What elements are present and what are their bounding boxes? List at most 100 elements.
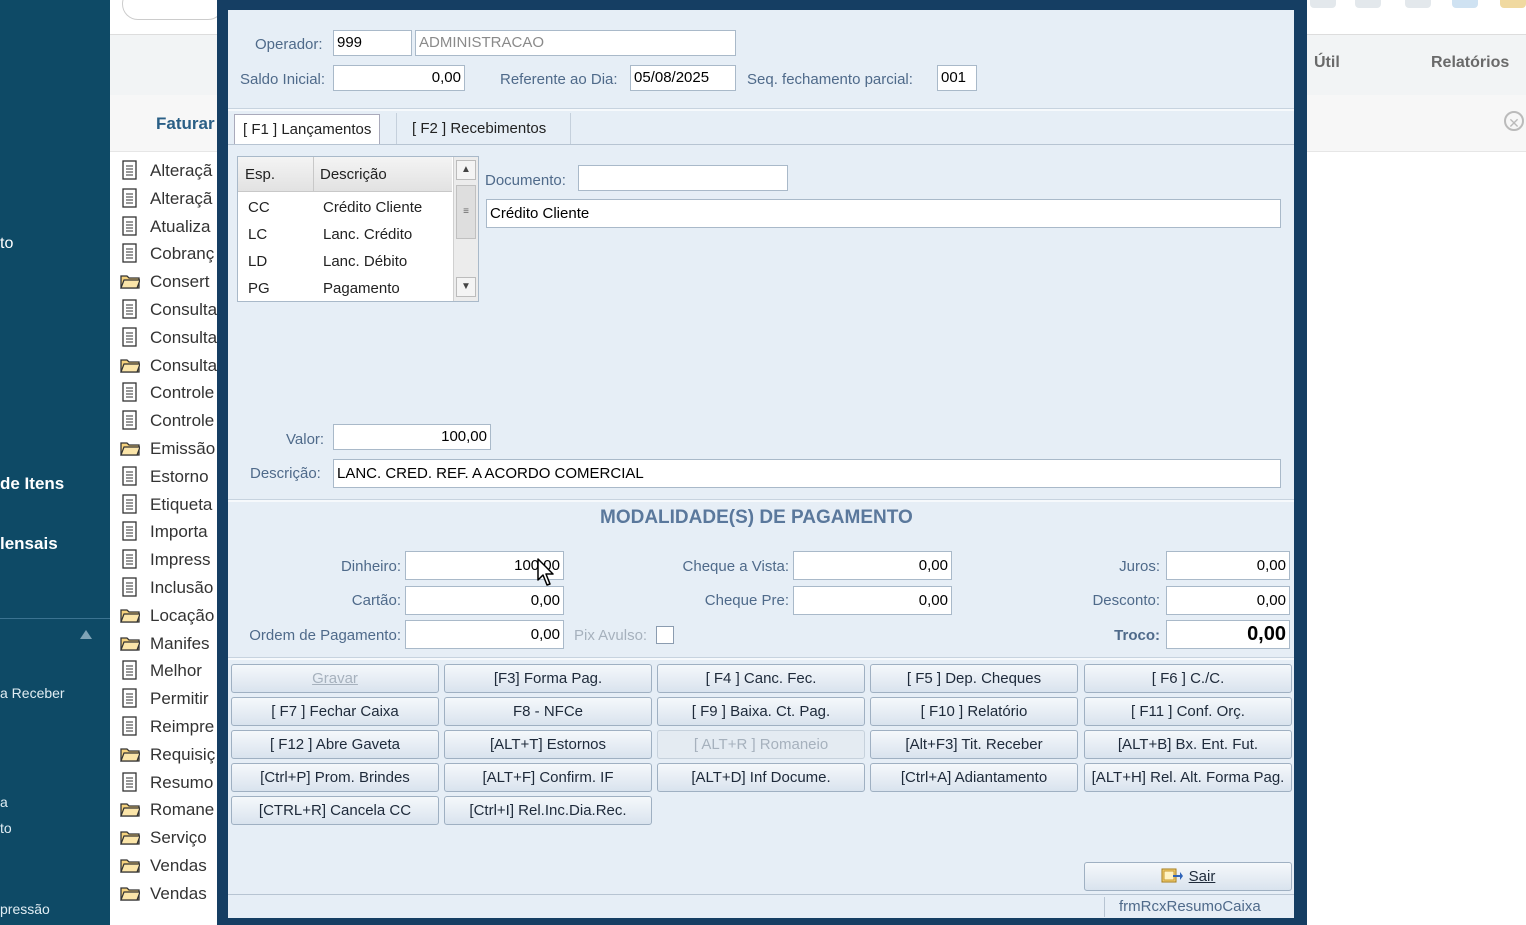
seq-field[interactable]: 001	[937, 65, 977, 91]
scroll-down-icon[interactable]: ▼	[456, 277, 476, 297]
sidebar-label[interactable]: a Receber	[0, 685, 65, 701]
report-list-item[interactable]: Romane	[120, 799, 214, 825]
report-list-item[interactable]: Controle	[120, 382, 214, 408]
desconto-field[interactable]: 0,00	[1166, 586, 1290, 615]
referente-date-field[interactable]: 05/08/2025	[630, 65, 736, 91]
sair-button[interactable]: Sair	[1084, 862, 1292, 891]
report-list-item[interactable]: Inclusão	[120, 577, 213, 603]
valor-field[interactable]: 100,00	[333, 424, 491, 450]
report-list-item[interactable]: Reimpre	[120, 716, 214, 742]
grid-header-esp[interactable]: Esp.	[245, 166, 275, 183]
estornos-button[interactable]: [ALT+T] Estornos	[444, 730, 652, 759]
inf-docume-button[interactable]: [ALT+D] Inf Docume.	[657, 763, 865, 792]
scroll-thumb[interactable]: ≡	[456, 185, 476, 239]
report-list-item[interactable]: Impress	[120, 549, 210, 575]
conf-orc-button[interactable]: [ F11 ] Conf. Orç.	[1084, 697, 1292, 726]
close-circle-icon[interactable]: ✕	[1504, 111, 1524, 131]
forma-pag-button[interactable]: [F3] Forma Pag.	[444, 664, 652, 693]
grid-row[interactable]: PG Pagamento	[238, 276, 452, 301]
cartao-field[interactable]: 0,00	[405, 586, 564, 615]
sidebar-label[interactable]: to	[0, 820, 12, 836]
report-list-item[interactable]: Atualiza	[120, 215, 210, 242]
report-list-item[interactable]: Controle	[120, 410, 214, 436]
report-list-item[interactable]: Emissão	[120, 438, 215, 464]
relatorio-button[interactable]: [ F10 ] Relatório	[870, 697, 1078, 726]
tit-receber-button[interactable]: [Alt+F3] Tit. Receber	[870, 730, 1078, 759]
document-icon	[120, 188, 140, 208]
cheque-pre-field[interactable]: 0,00	[793, 586, 952, 615]
report-list-item[interactable]: Importa	[120, 521, 208, 547]
grid-scrollbar[interactable]: ▲ ≡ ▼	[453, 157, 478, 301]
operador-code-field[interactable]: 999	[333, 30, 412, 56]
gravar-button[interactable]: Gravar	[231, 664, 439, 693]
report-list-item[interactable]: Serviço	[120, 827, 207, 853]
juros-field[interactable]: 0,00	[1166, 551, 1290, 580]
grid-row[interactable]: LC Lanc. Crédito	[238, 222, 452, 249]
report-list-item[interactable]: Permitir	[120, 688, 209, 714]
toolbar-icon[interactable]	[1355, 0, 1381, 8]
grid-cell-esp: PG	[248, 280, 270, 297]
report-list-item[interactable]: Manifes	[120, 633, 210, 659]
cheque-vista-field[interactable]: 0,00	[793, 551, 952, 580]
menu-relatorios[interactable]: Relatórios	[1431, 54, 1509, 72]
report-list-item[interactable]: Alteraçã	[120, 160, 212, 186]
report-list-item[interactable]: Vendas	[120, 855, 207, 881]
sidebar-label[interactable]: to	[0, 235, 13, 253]
rel-inc-dia-rec-button[interactable]: [Ctrl+I] Rel.Inc.Dia.Rec.	[444, 796, 652, 825]
rel-alt-forma-pag-button[interactable]: [ALT+H] Rel. Alt. Forma Pag.	[1084, 763, 1292, 792]
cancela-cc-button[interactable]: [CTRL+R] Cancela CC	[231, 796, 439, 825]
sidebar-label[interactable]: lensais	[0, 534, 58, 554]
adiantamento-button[interactable]: [Ctrl+A] Adiantamento	[870, 763, 1078, 792]
tab-recebimentos[interactable]: [ F2 ] Recebimentos	[404, 113, 554, 145]
grid-header: Esp. Descrição	[238, 157, 452, 192]
report-list-item[interactable]: Consert	[120, 271, 210, 297]
report-list-item[interactable]: Consulta	[120, 327, 217, 353]
report-list-item[interactable]: Melhor	[120, 660, 202, 686]
ordem-pagamento-label: Ordem de Pagamento:	[249, 627, 401, 644]
ordem-pagamento-field[interactable]: 0,00	[405, 620, 564, 649]
report-list-item[interactable]: Vendas	[120, 883, 207, 909]
nfce-button[interactable]: F8 - NFCe	[444, 697, 652, 726]
report-list-item[interactable]: Estorno	[120, 466, 209, 492]
especie-grid[interactable]: Esp. Descrição CC Crédito Cliente LC Lan…	[237, 156, 479, 302]
prom-brindes-button[interactable]: [Ctrl+P] Prom. Brindes	[231, 763, 439, 792]
fechar-caixa-button[interactable]: [ F7 ] Fechar Caixa	[231, 697, 439, 726]
toolbar-icon[interactable]	[1452, 0, 1478, 8]
abre-gaveta-button[interactable]: [ F12 ] Abre Gaveta	[231, 730, 439, 759]
bx-ent-fut-button[interactable]: [ALT+B] Bx. Ent. Fut.	[1084, 730, 1292, 759]
toolbar-icon[interactable]	[1405, 0, 1431, 8]
scroll-up-icon[interactable]: ▲	[456, 160, 476, 180]
report-list-item-label: Resumo	[150, 772, 214, 792]
canc-fec-button[interactable]: [ F4 ] Canc. Fec.	[657, 664, 865, 693]
search-box[interactable]	[122, 0, 224, 20]
confirm-if-button[interactable]: [ALT+F] Confirm. IF	[444, 763, 652, 792]
baixa-ct-pag-button[interactable]: [ F9 ] Baixa. Ct. Pag.	[657, 697, 865, 726]
report-list-item[interactable]: Consulta	[120, 355, 217, 381]
romaneio-button[interactable]: [ ALT+R ] Romaneio	[657, 730, 865, 759]
toolbar-icon[interactable]	[1310, 0, 1336, 8]
report-list-item[interactable]: Locação	[120, 605, 214, 631]
sidebar-label[interactable]: a	[0, 794, 8, 810]
menu-util[interactable]: Útil	[1314, 54, 1340, 72]
report-list-item[interactable]: Cobranç	[120, 243, 214, 269]
report-list-item[interactable]: Consulta	[120, 299, 217, 325]
pix-avulso-checkbox[interactable]	[656, 626, 674, 644]
saldo-inicial-field[interactable]: 0,00	[333, 65, 465, 91]
report-list-item[interactable]: Alteraçã	[120, 188, 212, 214]
grid-row[interactable]: CC Crédito Cliente	[238, 195, 452, 222]
grid-row[interactable]: LD Lanc. Débito	[238, 249, 452, 276]
descricao-field[interactable]: LANC. CRED. REF. A ACORDO COMERCIAL	[333, 459, 1281, 488]
document-icon	[120, 771, 140, 792]
dep-cheques-button[interactable]: [ F5 ] Dep. Cheques	[870, 664, 1078, 693]
report-list-item[interactable]: Resumo	[120, 771, 214, 798]
grid-header-descricao[interactable]: Descrição	[320, 166, 387, 183]
cc-button[interactable]: [ F6 ] C./C.	[1084, 664, 1292, 693]
sidebar-label[interactable]: de Itens	[0, 474, 64, 494]
toolbar-icon[interactable]	[1500, 0, 1526, 8]
collapse-up-icon[interactable]	[80, 630, 92, 639]
sidebar-label[interactable]: pressão	[0, 901, 50, 917]
report-list-item[interactable]: Etiqueta	[120, 493, 212, 520]
documento-field[interactable]	[578, 165, 788, 191]
report-list-item[interactable]: Requisiç	[120, 744, 215, 770]
tab-lancamentos[interactable]: [ F1 ] Lançamentos	[234, 114, 381, 145]
